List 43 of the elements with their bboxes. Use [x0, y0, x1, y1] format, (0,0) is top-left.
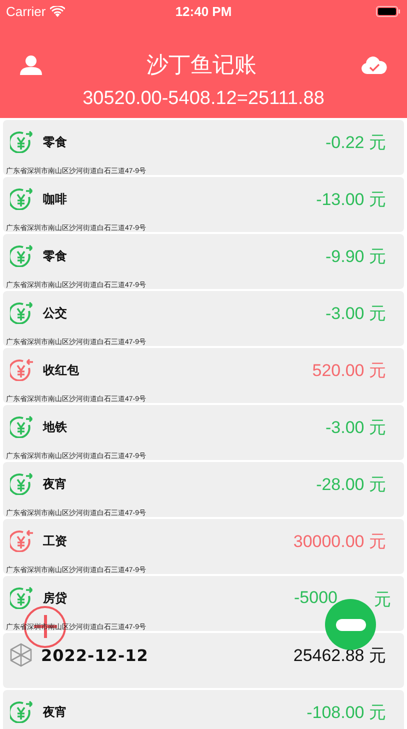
category-label: 零食 [43, 134, 67, 150]
expense-icon [10, 416, 34, 438]
amount: -3.00 元 [326, 302, 386, 324]
date-label: 2022-12-12 [41, 646, 148, 664]
carrier-label: Carrier [6, 4, 46, 18]
amount: 30000.00 元 [293, 530, 386, 552]
cube-icon [10, 643, 32, 667]
amount: -108.00 元 [306, 702, 386, 724]
category-label: 夜宵 [43, 476, 67, 492]
minus-icon [336, 618, 366, 630]
balance-summary: 30520.00-5408.12=25111.88 [82, 88, 324, 110]
wifi-icon [50, 6, 65, 16]
category-label: 公交 [43, 304, 67, 322]
amount: -13.00 元 [316, 188, 386, 210]
amount: -3.00 元 [326, 416, 386, 438]
amount: -5000 [294, 588, 338, 608]
battery-icon [376, 6, 401, 16]
expense-icon [10, 245, 34, 267]
expense-icon [10, 302, 34, 324]
amount: -0.22 元 [326, 132, 386, 154]
category-label: 工资 [43, 532, 67, 550]
category-label: 夜宵 [43, 704, 67, 720]
app-title: 沙丁鱼记账 [146, 52, 256, 80]
amount: -28.00 元 [316, 474, 386, 496]
category-label: 零食 [43, 248, 67, 264]
cloud-check-icon[interactable] [361, 55, 387, 75]
currency-unit: 元 [374, 589, 391, 611]
expense-icon [10, 587, 34, 609]
amount: -9.90 元 [326, 246, 386, 268]
category-label: 地铁 [43, 418, 67, 436]
category-label: 房贷 [43, 590, 67, 606]
category-label: 咖啡 [43, 190, 67, 208]
expense-icon [10, 473, 34, 495]
amount: 520.00 元 [312, 360, 386, 382]
clock-time: 12:40 PM [175, 4, 232, 18]
day-total: 25462.88 元 [293, 644, 386, 666]
expense-icon [10, 701, 34, 723]
expense-icon [10, 188, 34, 210]
user-icon[interactable] [20, 55, 42, 75]
income-icon [10, 530, 34, 552]
income-icon [10, 359, 34, 381]
category-label: 收红包 [43, 362, 79, 378]
expense-icon [10, 131, 34, 153]
